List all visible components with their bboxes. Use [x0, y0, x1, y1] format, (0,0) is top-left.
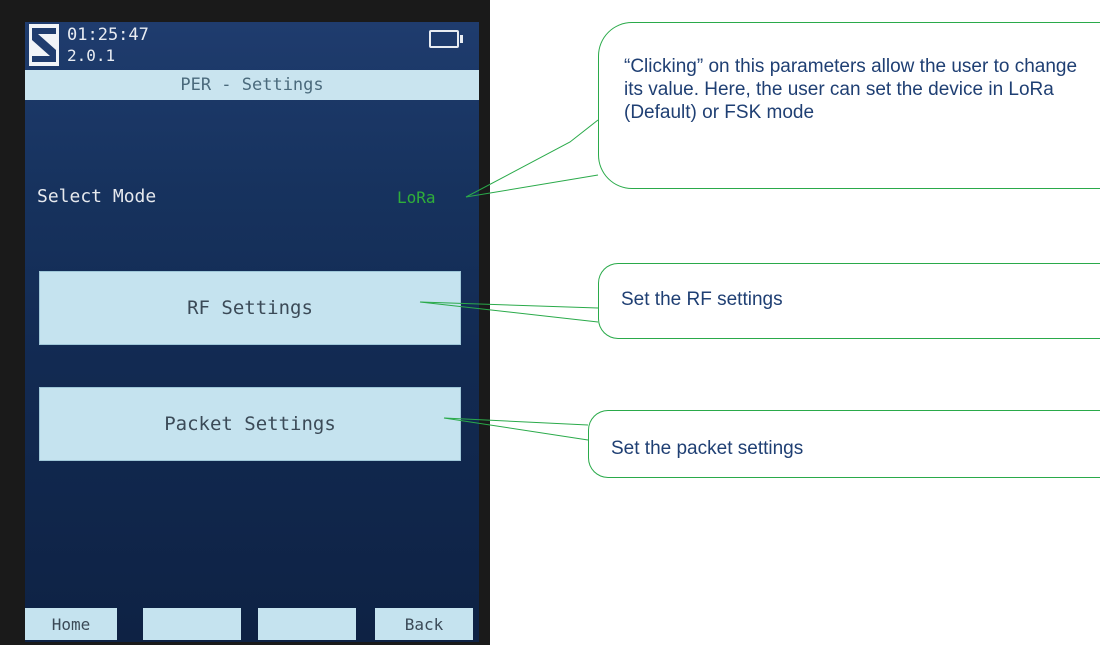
- packet-callout-text: Set the packet settings: [611, 438, 804, 459]
- mode-callout-text: “Clicking” on this parameters allow the …: [624, 56, 1078, 123]
- rf-callout-text: Set the RF settings: [621, 289, 783, 310]
- mode-connector-line: [465, 119, 599, 198]
- rf-callout: Set the RF settings: [598, 263, 1100, 339]
- packet-callout: Set the packet settings: [588, 410, 1100, 478]
- mode-callout: “Clicking” on this parameters allow the …: [598, 22, 1100, 189]
